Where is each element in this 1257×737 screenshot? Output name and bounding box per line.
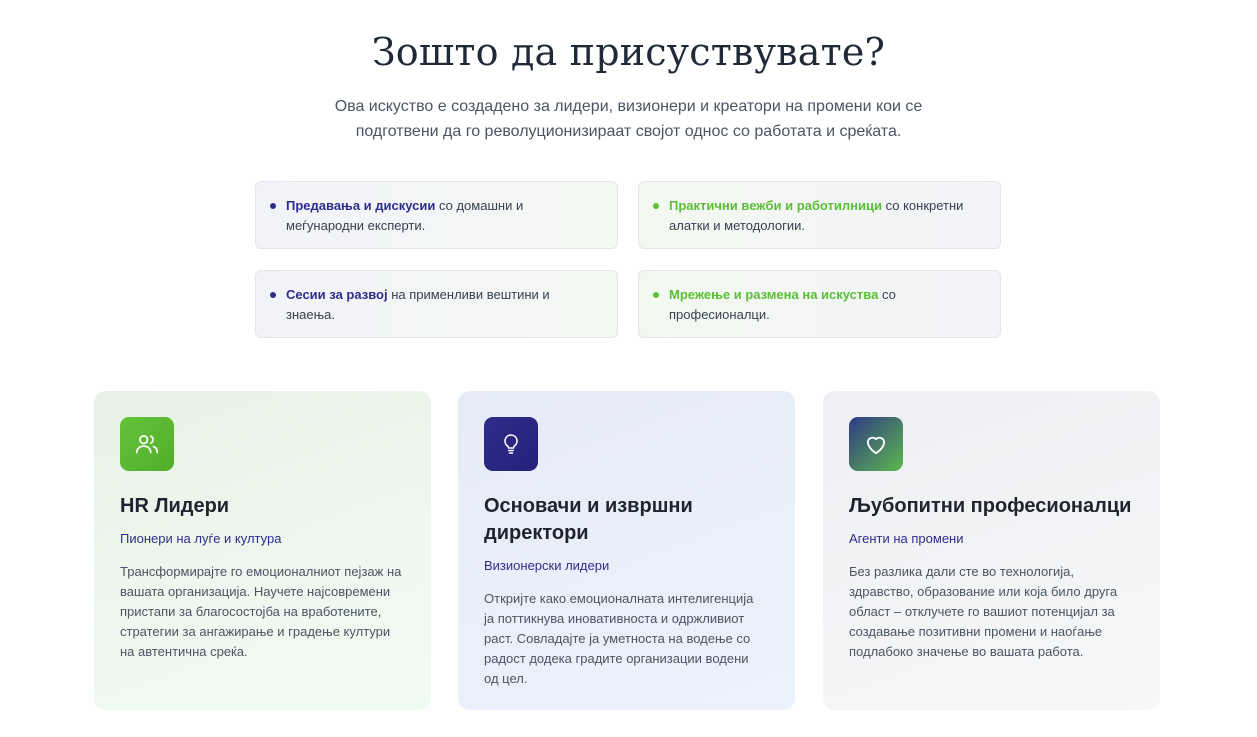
benefit-item-workshops: Практични вежби и работилници со конкрет… <box>638 181 1001 249</box>
benefit-item-sessions: Сесии за развој на применливи вештини и … <box>255 270 618 338</box>
benefit-item-lectures: Предавања и дискусии со домашни и меѓуна… <box>255 181 618 249</box>
heart-icon <box>849 417 903 471</box>
bullet-dot <box>270 203 276 209</box>
page-subtitle: Ова искуство е создадено за лидери, визи… <box>334 98 923 140</box>
bullet-dot <box>653 203 659 209</box>
audience-card-professionals: Љубопитни професионалци Агенти на промен… <box>823 391 1160 710</box>
card-title: Љубопитни професионалци <box>849 495 1132 517</box>
audience-card-hr-leaders: HR Лидери Пионери на луѓе и култура Тран… <box>94 391 431 710</box>
bullet-dot <box>270 292 276 298</box>
benefit-highlight: Предавања и дискусии <box>286 198 436 213</box>
audience-card-founders: Основачи и извршни директори Визионерски… <box>458 391 795 710</box>
benefit-highlight: Практични вежби и работилници <box>669 198 882 213</box>
users-icon <box>120 417 174 471</box>
lightbulb-icon <box>484 417 538 471</box>
page-title: Зошто да присуствувате? <box>371 30 886 74</box>
card-description: Без разлика дали сте во технологија, здр… <box>849 564 1118 659</box>
card-title: HR Лидери <box>120 495 230 517</box>
card-description: Откријте како емоционалната интелигенциј… <box>484 591 754 686</box>
card-subtitle: Пионери на луѓе и култура <box>120 531 282 546</box>
card-subtitle: Агенти на промени <box>849 531 964 546</box>
card-subtitle: Визионерски лидери <box>484 558 610 573</box>
card-title: Основачи и извршни директори <box>484 495 693 544</box>
benefit-highlight: Мрежење и размена на искуства <box>669 287 879 302</box>
benefit-highlight: Сесии за развој <box>286 287 388 302</box>
bullet-dot <box>653 292 659 298</box>
benefit-item-networking: Мрежење и размена на искуства со професи… <box>638 270 1001 338</box>
card-description: Трансформирајте го емоционалниот пејзаж … <box>120 564 402 659</box>
